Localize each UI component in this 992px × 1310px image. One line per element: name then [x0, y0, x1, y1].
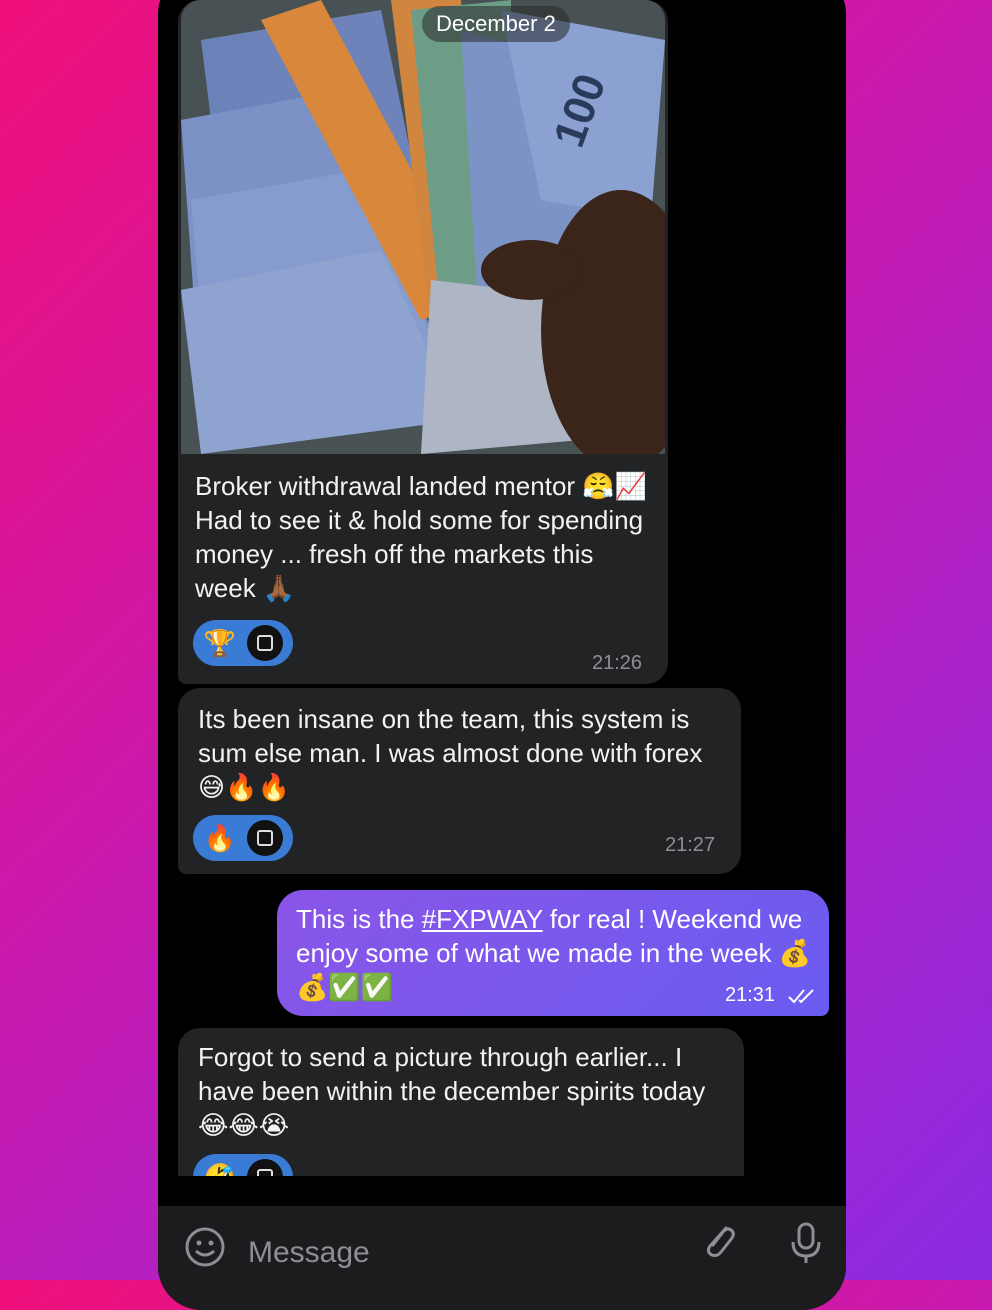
- message-time: 21:27: [665, 834, 716, 856]
- reaction-pill[interactable]: 🏆: [193, 620, 293, 666]
- hashtag-link[interactable]: #FXPWAY: [422, 904, 543, 934]
- double-check-icon: [788, 989, 814, 1004]
- paperclip-icon[interactable]: [696, 1218, 742, 1264]
- message-bubble[interactable]: Its been insane on the team, this system…: [178, 688, 741, 874]
- chat-area[interactable]: 100 Broker withdrawal landed mentor 😤📈 H…: [158, 0, 846, 1176]
- outgoing-message-bubble[interactable]: This is the #FXPWAY for real ! Weekend w…: [277, 890, 829, 1016]
- message-composer: Message: [158, 1206, 846, 1310]
- message-input[interactable]: Message: [248, 1236, 370, 1270]
- date-separator: December 2: [422, 6, 570, 42]
- emoji-icon[interactable]: [184, 1226, 226, 1268]
- phone-frame: 100 Broker withdrawal landed mentor 😤📈 H…: [158, 0, 846, 1310]
- fire-reaction-icon: 🔥: [203, 822, 237, 853]
- message-bubble-photo[interactable]: 100 Broker withdrawal landed mentor 😤📈 H…: [178, 0, 668, 684]
- message-time: 21:26: [592, 652, 643, 674]
- message-photo[interactable]: 100: [181, 0, 665, 454]
- microphone-icon[interactable]: [786, 1220, 826, 1266]
- message-text-prefix: This is the: [296, 904, 422, 934]
- rofl-reaction-icon: 🤣: [201, 1162, 239, 1177]
- reactor-avatar: [247, 625, 283, 661]
- reactor-avatar: [247, 1159, 283, 1176]
- reaction-pill[interactable]: 🤣: [193, 1154, 293, 1176]
- message-text: Forgot to send a picture through earlier…: [198, 1042, 706, 1140]
- message-bubble[interactable]: Forgot to send a picture through earlier…: [178, 1028, 744, 1176]
- message-text: Broker withdrawal landed mentor 😤📈 Had t…: [195, 471, 648, 603]
- message-time: 21:31: [725, 984, 776, 1006]
- trophy-reaction-icon: 🏆: [203, 627, 237, 658]
- banknotes-photo: 100: [181, 0, 665, 454]
- message-text: Its been insane on the team, this system…: [198, 704, 703, 802]
- reactor-avatar: [247, 820, 283, 856]
- reaction-pill[interactable]: 🔥: [193, 815, 293, 861]
